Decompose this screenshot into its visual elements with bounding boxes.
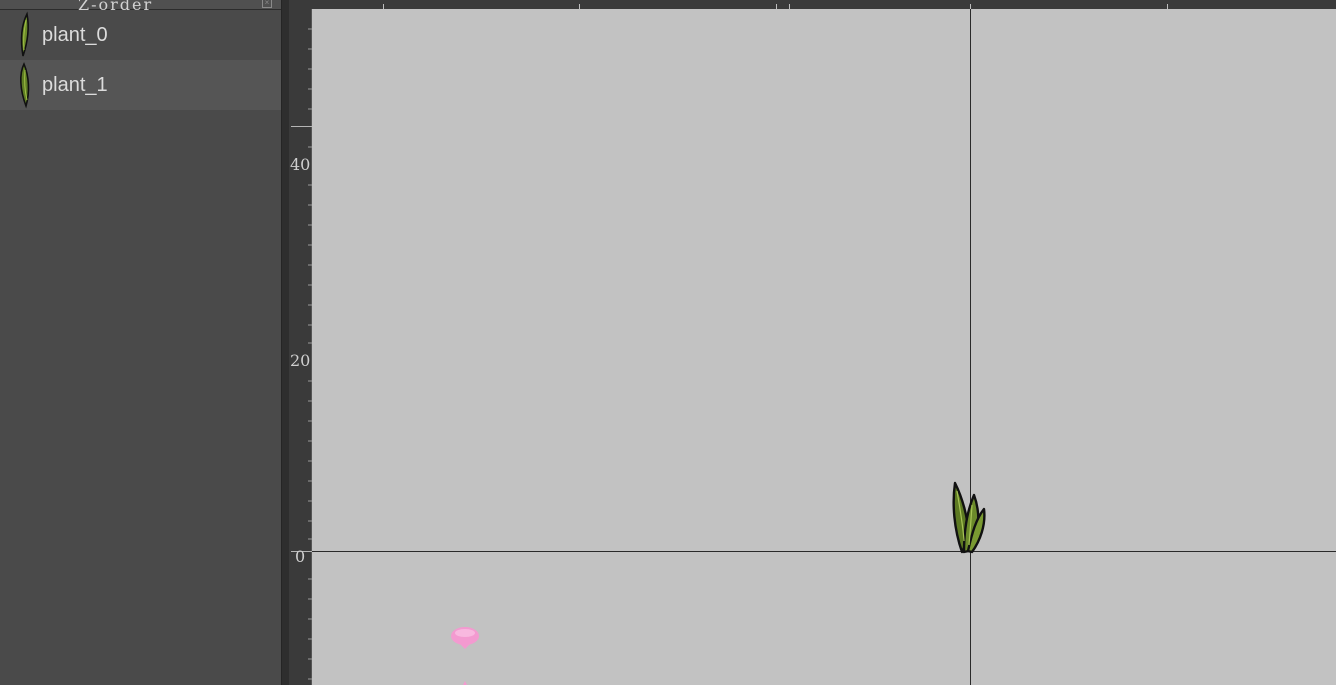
pink-blob-sprite-icon [451,627,479,685]
z-order-panel: Z-order × plant_0 plant_1 [0,0,281,685]
grass-blade-thumbnail-icon [0,60,40,110]
z-order-list: plant_0 plant_1 [0,10,281,110]
z-order-item-label: plant_1 [42,73,108,96]
editor-window: Z-order × plant_0 plant_1 40 20 0 [0,0,1336,685]
grass-tuft-sprite-icon [952,481,986,554]
ruler-corner [289,0,312,9]
close-icon[interactable]: × [262,0,272,8]
ruler-label-20: 20 [290,351,311,370]
top-ruler [289,0,1336,13]
z-order-item-plant-1[interactable]: plant_1 [0,60,281,110]
z-order-item-label: plant_0 [42,23,108,46]
left-ruler: 40 20 0 [289,9,312,685]
z-order-item-plant-0[interactable]: plant_0 [0,10,281,60]
scene-canvas[interactable] [312,9,1336,685]
ruler-label-40: 40 [290,155,311,174]
ruler-label-0: 0 [295,547,306,566]
grass-blade-thumbnail-icon [0,10,40,60]
